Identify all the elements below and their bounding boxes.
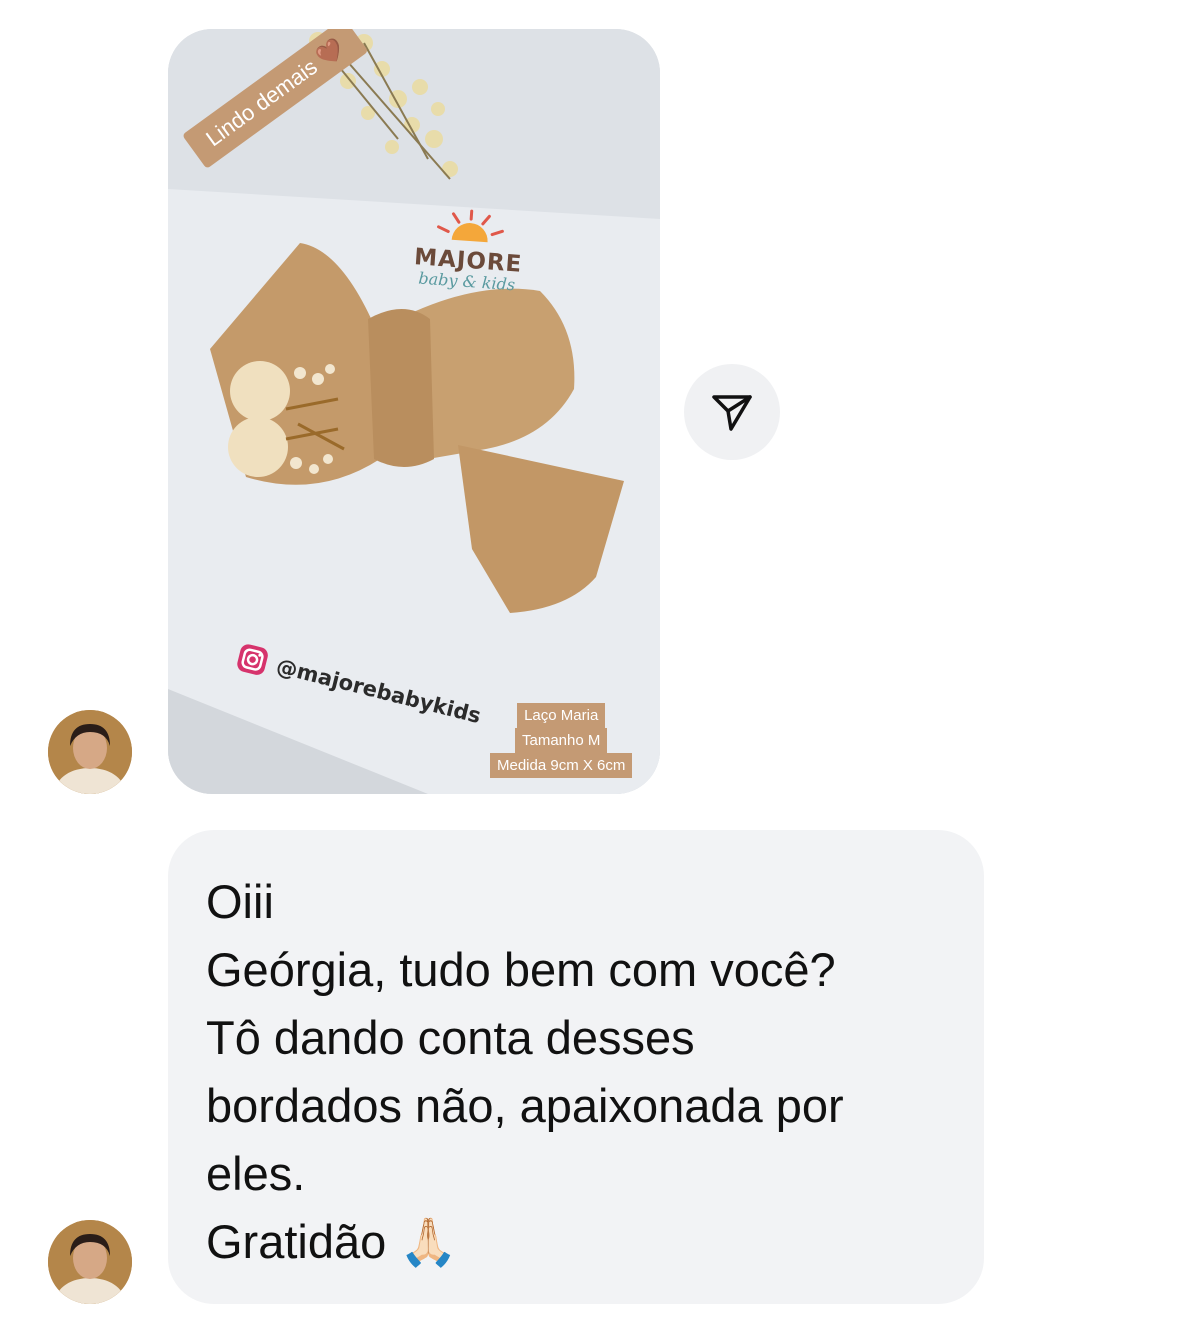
product-caption: Laço Maria Tamanho M Medida 9cm X 6cm xyxy=(490,703,633,778)
story-image xyxy=(168,29,660,794)
sender-avatar[interactable] xyxy=(48,1220,132,1304)
sun-icon xyxy=(437,209,504,243)
share-button[interactable] xyxy=(684,364,780,460)
sender-avatar[interactable] xyxy=(48,710,132,794)
story-reply-card[interactable]: Lindo demais 🤎 MAJORE baby & kids @major… xyxy=(168,29,660,794)
avatar-photo xyxy=(48,710,132,794)
avatar-photo xyxy=(48,1220,132,1304)
message-text: Oiii Geórgia, tudo bem com você? Tô dand… xyxy=(206,875,844,1268)
message-bubble[interactable]: Oiii Geórgia, tudo bem com você? Tô dand… xyxy=(168,830,984,1304)
brand-logo: MAJORE baby & kids xyxy=(401,205,536,296)
paper-plane-icon xyxy=(712,395,752,431)
